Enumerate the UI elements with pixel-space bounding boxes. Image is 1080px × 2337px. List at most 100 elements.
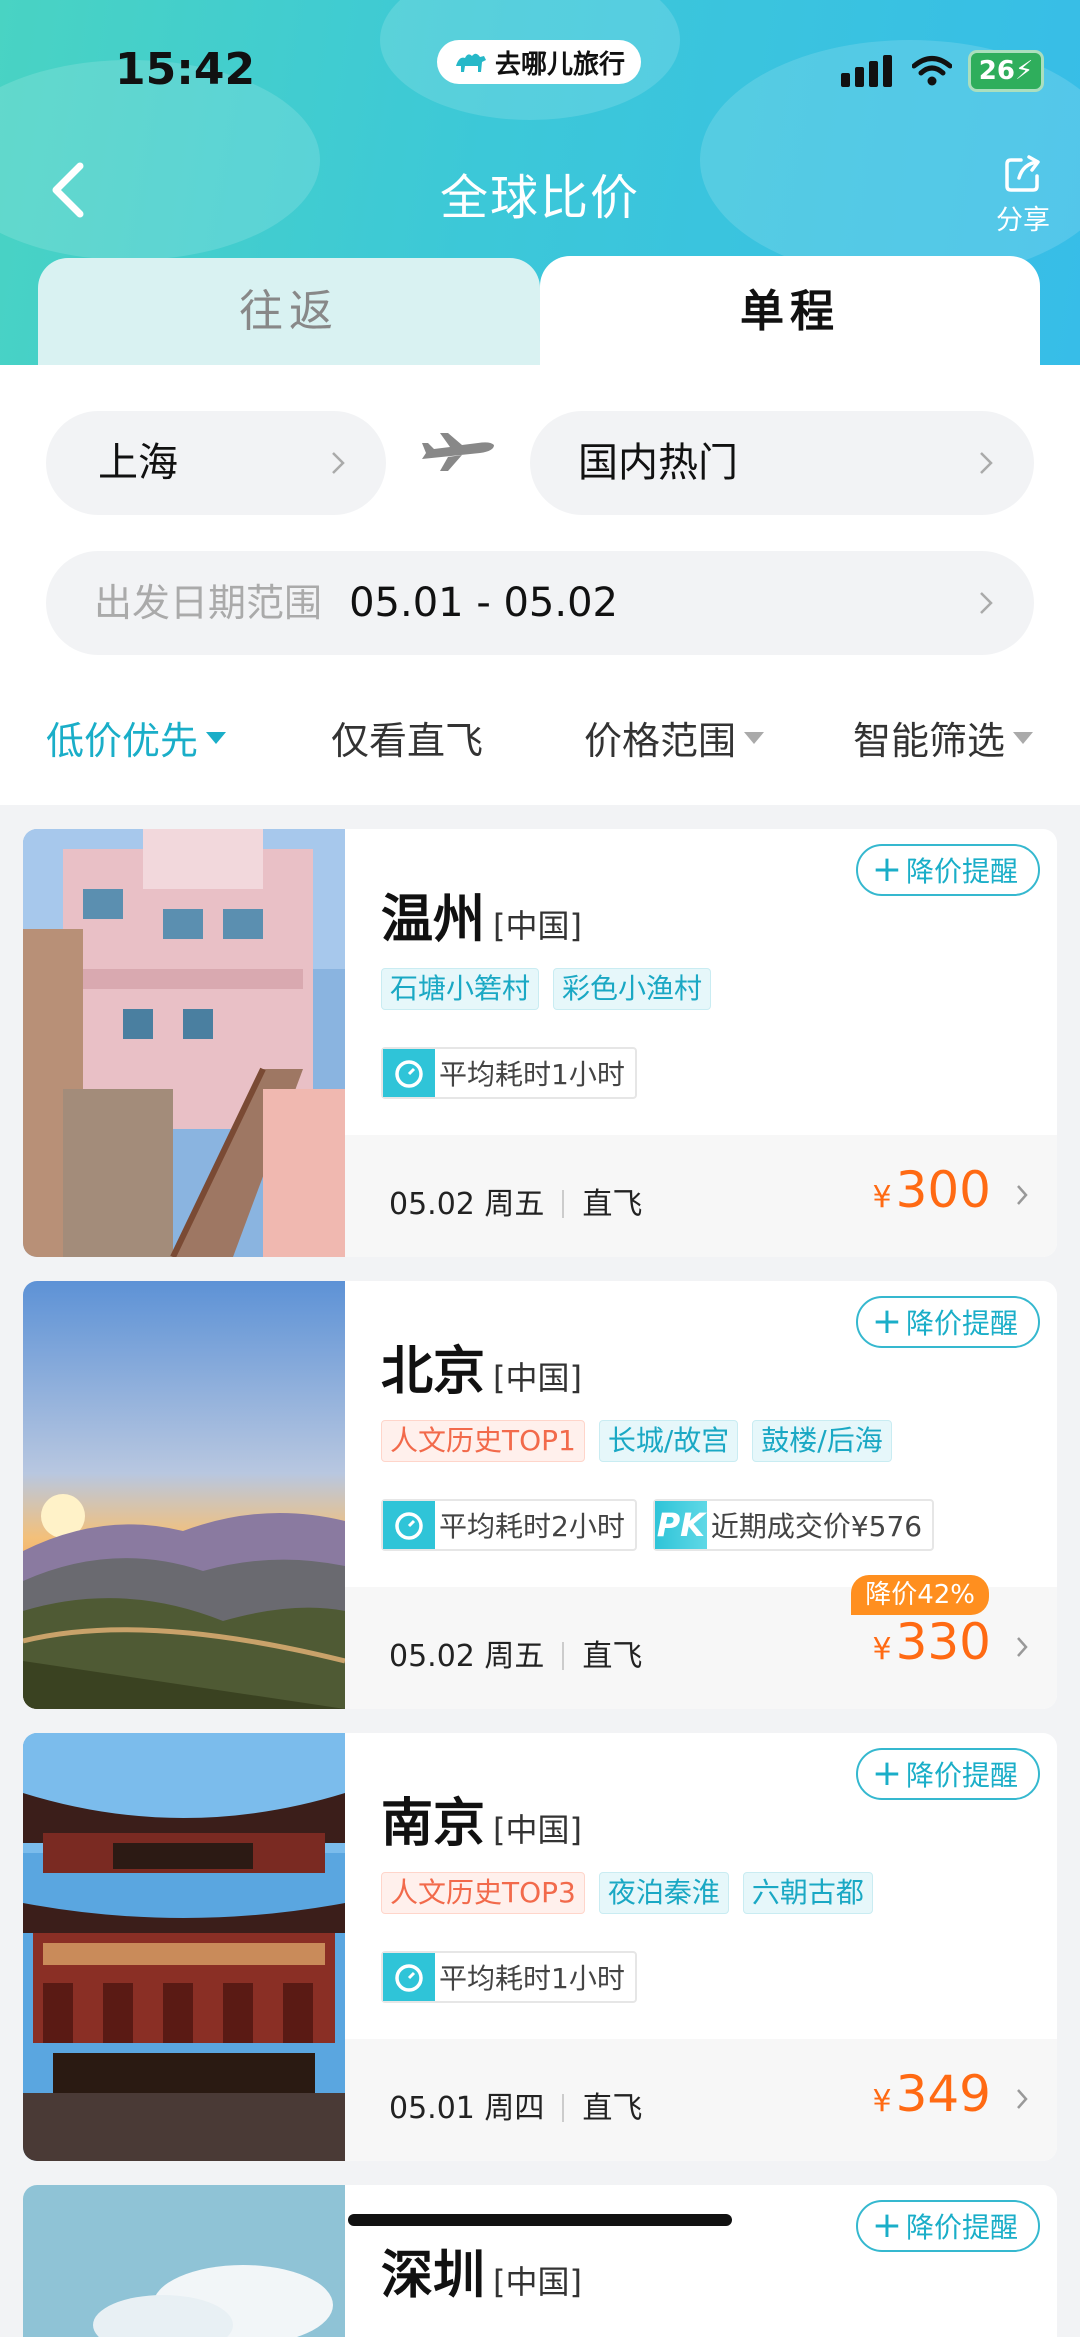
cellular-signal-icon [841,55,892,87]
tag: 石塘小箬村 [381,968,540,1010]
price: ¥330 [872,1613,991,1671]
tag-list: 石塘小箬村 彩色小渔村 [381,968,712,1010]
recent-deal-chip: PK 近期成交价¥576 [652,1499,935,1551]
price-drop-reminder-button[interactable]: + 降价提醒 [855,844,1040,896]
caret-down-icon [1013,731,1034,744]
flight-type: 直飞 [582,1639,643,1674]
avg-time: 平均耗时2小时 [439,1510,625,1543]
filter-label: 仅看直飞 [331,719,484,763]
reminder-label: 降价提醒 [905,1307,1018,1340]
tab-round-trip[interactable]: 往返 [38,258,540,365]
flight-date: 05.02 周五 [389,1187,545,1222]
flight-type: 直飞 [582,2091,643,2126]
date-range-selector[interactable]: 出发日期范围 05.01 - 05.02 [46,551,1034,655]
filter-direct-only[interactable]: 仅看直飞 [331,710,483,765]
to-city-selector[interactable]: 国内热门 [530,411,1034,515]
stopwatch-icon [383,1049,435,1097]
brand-pill: 去哪儿旅行 [437,40,641,84]
chevron-right-icon [1017,1637,1028,1657]
destination-photo [23,1733,345,2161]
destination-title: 深圳 [中国] [381,2233,582,2308]
destination-photo [23,2185,345,2337]
destination-photo [23,829,345,1257]
country-name: [中国] [493,907,582,945]
filter-bar: 低价优先 仅看直飞 价格范围 智能筛选 [0,710,1080,770]
date-range-label: 出发日期范围 [94,581,323,625]
destination-title: 温州 [中国] [381,877,582,952]
destination-photo [23,1281,345,1709]
flight-type: 直飞 [582,1187,643,1222]
filter-label: 价格范围 [584,719,737,763]
reminder-label: 降价提醒 [905,2211,1018,2244]
city-name: 温州 [381,890,486,950]
from-city-selector[interactable]: 上海 [46,411,386,515]
reminder-label: 降价提醒 [905,1759,1018,1792]
filter-label: 低价优先 [46,719,199,763]
flight-summary: 05.01 周四 直飞 ¥349 [345,2039,1057,2161]
price-drop-reminder-button[interactable]: + 降价提醒 [855,1296,1040,1348]
avg-time-chip: 平均耗时2小时 [381,1499,637,1551]
result-card[interactable]: + 降价提醒 深圳 [中国] [23,2185,1057,2337]
pk-icon: PK [654,1501,707,1549]
flight-date: 05.01 周四 [389,2091,545,2126]
plus-icon: + [871,2205,902,2246]
price-drop-reminder-button[interactable]: + 降价提醒 [855,1748,1040,1800]
flight-date: 05.02 周五 [389,1639,545,1674]
battery-level: 26 [978,56,1015,86]
city-name: 深圳 [381,2246,486,2306]
stopwatch-icon [383,1953,435,2001]
flight-date-type: 05.01 周四 直飞 [389,2083,642,2127]
caret-down-icon [206,731,227,744]
search-panel: 上海 国内热门 出发日期范围 05.01 - 05.02 低价优先 仅看直飞 价… [0,365,1080,805]
info-row: 平均耗时2小时 PK 近期成交价¥576 [381,1499,935,1551]
city-name: 北京 [381,1342,486,1402]
price-value: 330 [895,1613,991,1671]
flight-summary: 05.02 周五 直飞 ¥300 [345,1135,1057,1257]
card-body: + 降价提醒 深圳 [中国] [345,2185,1057,2337]
page-title: 全球比价 [439,170,640,226]
country-name: [中国] [493,1359,582,1397]
destination-title: 南京 [中国] [381,1781,582,1856]
filter-low-price[interactable]: 低价优先 [46,710,227,765]
chevron-right-icon [980,452,993,474]
discount-badge: 降价42% [851,1575,989,1615]
price: ¥349 [872,2065,991,2123]
to-city: 国内热门 [578,440,738,486]
tag: 彩色小渔村 [553,968,712,1010]
chevron-right-icon [980,592,993,614]
tab-one-way[interactable]: 单程 [540,256,1040,366]
price-value: 349 [895,2065,991,2123]
share-label: 分享 [996,205,1050,236]
card-body: + 降价提醒 北京 [中国] 人文历史TOP1 长城/故宫 鼓楼/后海 平均耗时2… [345,1281,1057,1709]
airplane-icon [422,433,494,471]
date-range-value: 05.01 - 05.02 [349,580,618,626]
filter-price-range[interactable]: 价格范围 [584,710,765,765]
card-body: + 降价提醒 温州 [中国] 石塘小箬村 彩色小渔村 平均耗时1小时 05.02 … [345,829,1057,1257]
currency-symbol: ¥ [872,2084,892,2119]
plus-icon: + [871,1301,902,1342]
avg-time-chip: 平均耗时1小时 [381,1951,637,2003]
result-card[interactable]: + 降价提醒 南京 [中国] 人文历史TOP3 夜泊秦淮 六朝古都 平均耗时1小时… [23,1733,1057,2161]
price-drop-reminder-button[interactable]: + 降价提醒 [855,2200,1040,2252]
tag: 长城/故宫 [598,1420,739,1462]
caret-down-icon [744,731,765,744]
chevron-right-icon [1017,1185,1028,1205]
filter-label: 智能筛选 [853,719,1006,763]
currency-symbol: ¥ [872,1632,892,1667]
plus-icon: + [871,1753,902,1794]
info-row: 平均耗时1小时 [381,1047,637,1099]
chevron-right-icon [1017,2089,1028,2109]
filter-smart[interactable]: 智能筛选 [853,710,1034,765]
currency-symbol: ¥ [872,1180,892,1215]
wifi-icon [912,56,952,86]
recent-deal-price: 近期成交价¥576 [710,1510,923,1543]
camel-logo-icon [455,53,486,72]
flight-date-type: 05.02 周五 直飞 [389,1631,642,1675]
share-button[interactable]: 分享 [988,154,1058,237]
country-name: [中国] [493,1811,582,1849]
tag: 夜泊秦淮 [598,1872,729,1914]
status-icons: 26 ⚡ [841,50,1044,92]
country-name: [中国] [493,2263,582,2301]
result-card[interactable]: + 降价提醒 温州 [中国] 石塘小箬村 彩色小渔村 平均耗时1小时 05.02 … [23,829,1057,1257]
result-card[interactable]: + 降价提醒 北京 [中国] 人文历史TOP1 长城/故宫 鼓楼/后海 平均耗时2… [23,1281,1057,1709]
